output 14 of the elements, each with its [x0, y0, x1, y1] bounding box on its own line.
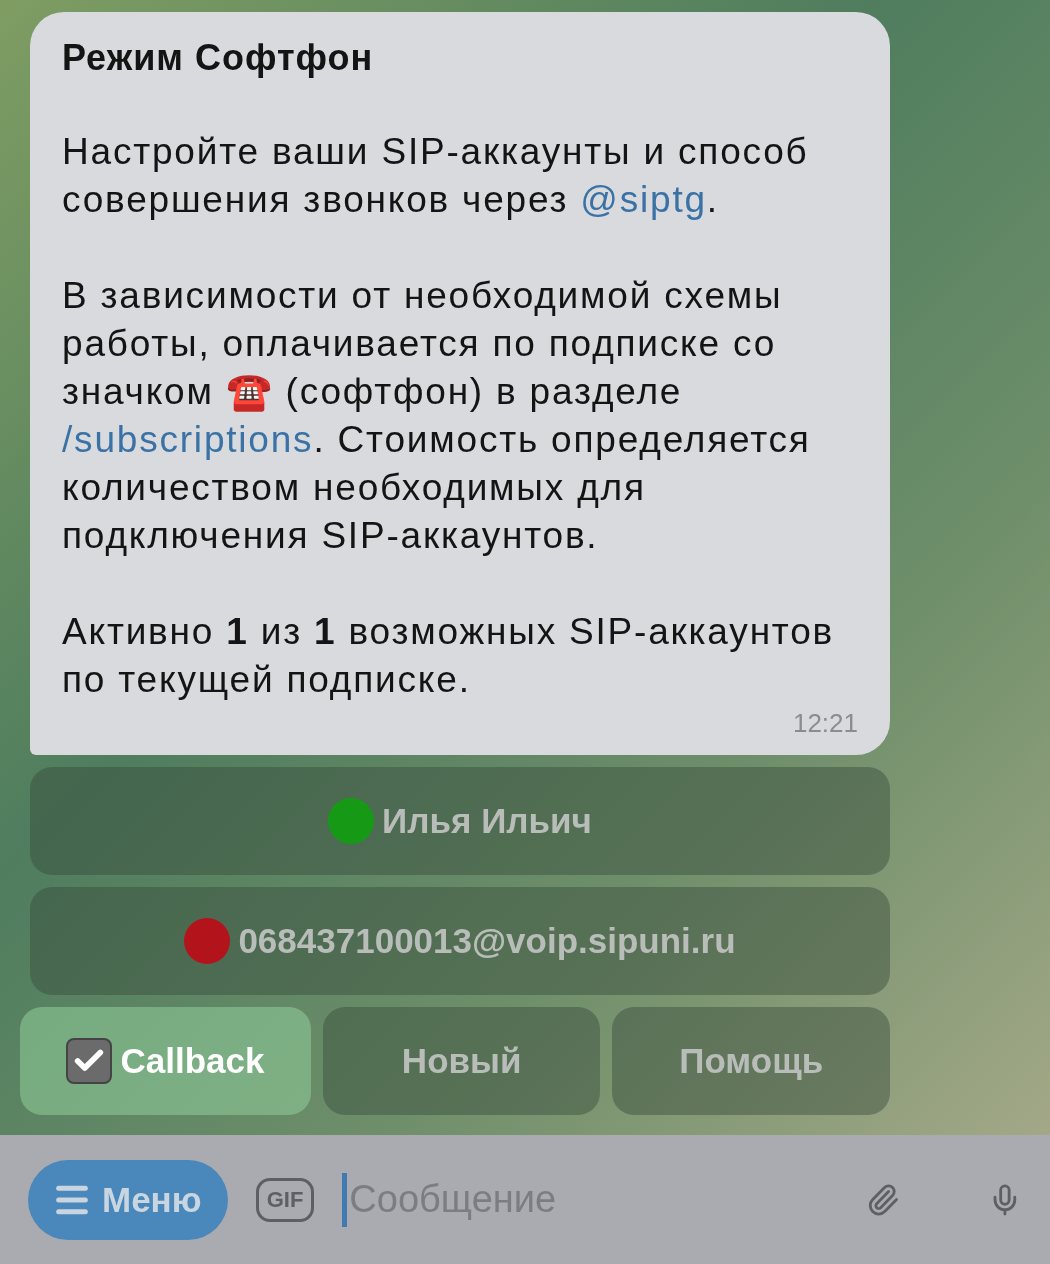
message-time: 12:21	[792, 708, 858, 739]
keyboard-button[interactable]: Помощь	[612, 1007, 890, 1115]
link[interactable]: @siptg	[580, 179, 707, 220]
keyboard-button[interactable]: Илья Ильич	[30, 767, 890, 875]
message-paragraph: В зависимости от необходимой схемы работы, оплачивается по подписке со значком ☎ (софтфон) в разделе /subscriptions. Стоимость определяется количеством необходимых для подключения SIP-аккаунтов.	[62, 274, 812, 558]
keyboard-button[interactable]: Callback	[20, 1007, 311, 1115]
keyboard-button[interactable]: Новый	[322, 1007, 601, 1115]
gif-button[interactable]: GIF	[255, 1177, 315, 1222]
link[interactable]: /subscriptions	[62, 419, 314, 460]
keyboard-button[interactable]: 068437100013@voip.sipuni.ru	[30, 887, 890, 995]
message-title: Режим Софтфон	[62, 36, 375, 80]
message-paragraph: Настройте ваши SIP-аккаунты и способ совершения звонков через @siptg.	[62, 130, 810, 222]
menu-button[interactable]: Меню	[28, 1159, 228, 1240]
message-paragraph: Активно 1 из 1 возможных SIP-аккаунтов по текущей подписке.	[62, 610, 836, 702]
